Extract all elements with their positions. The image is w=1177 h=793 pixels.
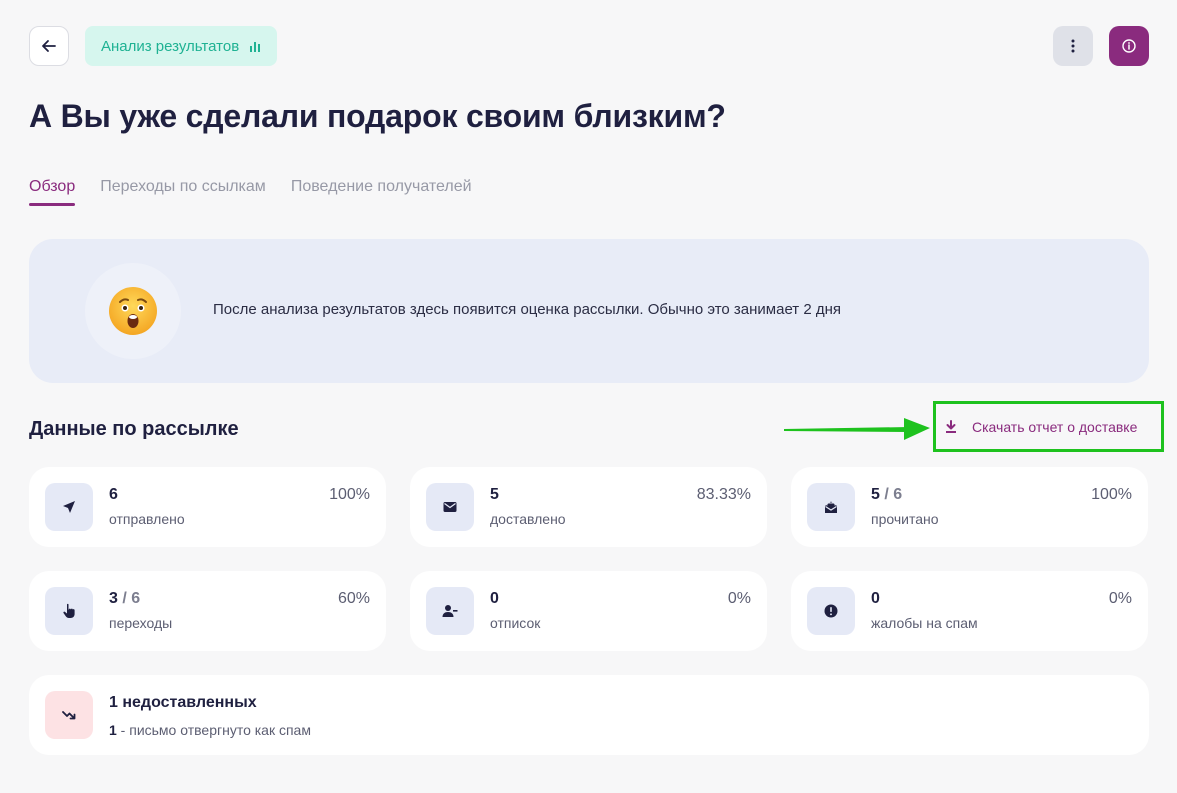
stat-value: 0 — [871, 590, 880, 607]
send-icon — [63, 501, 75, 513]
stat-value: 3 / 6 — [109, 590, 141, 607]
stat-label: прочитано — [871, 511, 939, 527]
tab-recipient-behavior[interactable]: Поведение получателей — [291, 178, 472, 205]
analysis-badge[interactable]: Анализ результатов — [85, 26, 278, 66]
stat-card-read: 5 / 6 прочитано 100% — [791, 467, 1148, 547]
undelivered-detail: 1 - письмо отвергнуто как спам — [109, 722, 311, 738]
stat-percent: 100% — [329, 486, 370, 503]
stat-label: отправлено — [109, 511, 185, 527]
stat-percent: 0% — [1108, 590, 1132, 607]
stat-label: доставлено — [490, 511, 566, 527]
stat-value: 6 — [109, 486, 118, 503]
bar-chart-icon — [250, 42, 261, 52]
stat-card-unsubscribes: 0 отписок 0% — [410, 571, 767, 651]
stat-value: 0 — [490, 590, 499, 607]
astonished-face-icon — [109, 287, 157, 335]
download-icon — [946, 419, 956, 433]
stat-icon-box — [45, 483, 93, 531]
arrow-left-icon — [42, 40, 56, 52]
undelivered-title: 1 недоставленных — [109, 694, 257, 711]
stat-percent: 0% — [727, 590, 751, 607]
envelope-icon — [443, 502, 457, 512]
alert-circle-icon — [824, 604, 838, 618]
stat-label: переходы — [109, 615, 173, 631]
stat-card-clicks: 3 / 6 переходы 60% — [29, 571, 386, 651]
trend-down-icon — [62, 711, 76, 720]
pointer-hand-icon — [63, 603, 75, 618]
tabs: Обзор Переходы по ссылкам Поведение полу… — [29, 178, 472, 206]
stat-percent: 83.33% — [696, 486, 751, 503]
stat-percent: 60% — [337, 590, 370, 607]
envelope-open-icon — [825, 501, 837, 513]
emoji-container — [85, 263, 181, 359]
info-button[interactable] — [1109, 26, 1149, 66]
section-title: Данные по рассылке — [29, 418, 239, 440]
stat-value: 5 — [490, 486, 499, 503]
user-minus-icon — [442, 605, 458, 617]
green-arrow-annotation — [784, 418, 930, 440]
stat-card-spam-complaints: 0 жалобы на спам 0% — [791, 571, 1148, 651]
stat-card-sent: 6 отправлено 100% — [29, 467, 386, 547]
undelivered-icon-box — [45, 691, 93, 739]
back-button[interactable] — [29, 26, 69, 66]
download-report-label: Скачать отчет о доставке — [972, 418, 1138, 435]
tab-overview[interactable]: Обзор — [29, 178, 76, 206]
stat-percent: 100% — [1091, 486, 1132, 503]
download-report-link[interactable]: Скачать отчет о доставке — [933, 401, 1164, 452]
stat-icon-box — [807, 587, 855, 635]
analysis-notice: После анализа результатов здесь появится… — [29, 239, 1149, 383]
more-options-button[interactable] — [1053, 26, 1093, 66]
analysis-badge-label: Анализ результатов — [101, 37, 240, 55]
stat-icon-box — [426, 587, 474, 635]
undelivered-card: 1 недоставленных 1 - письмо отвергнуто к… — [29, 675, 1149, 755]
stat-card-delivered: 5 доставлено 83.33% — [410, 467, 767, 547]
notice-text: После анализа результатов здесь появится… — [213, 301, 842, 318]
stat-label: жалобы на спам — [871, 615, 978, 631]
page-title: А Вы уже сделали подарок своим близким? — [29, 98, 726, 134]
stat-label: отписок — [490, 615, 541, 631]
tab-link-clicks[interactable]: Переходы по ссылкам — [100, 178, 266, 205]
stat-value: 5 / 6 — [871, 486, 903, 503]
stat-icon-box — [807, 483, 855, 531]
stat-icon-box — [45, 587, 93, 635]
top-bar: Анализ результатов — [29, 26, 1149, 66]
more-vertical-icon — [1071, 39, 1075, 53]
stat-icon-box — [426, 483, 474, 531]
info-icon — [1122, 39, 1136, 53]
